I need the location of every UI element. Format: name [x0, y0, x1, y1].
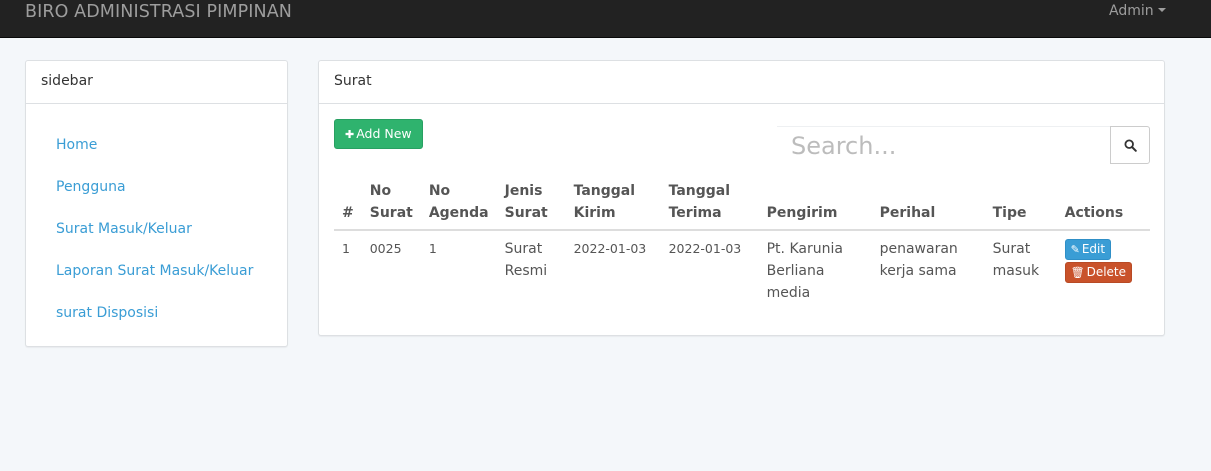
col-header-no-agenda: No Agenda: [420, 176, 497, 231]
search-input[interactable]: [777, 126, 1110, 164]
search-group: [777, 126, 1150, 164]
col-header-tipe: Tipe: [984, 176, 1057, 231]
search-button[interactable]: [1110, 126, 1150, 164]
surat-panel: Surat ✚Add New # No Surat No Agenda Jeni…: [318, 60, 1165, 336]
sidebar-item-disposisi: surat Disposisi: [26, 292, 287, 334]
cell-no-agenda: 1: [428, 241, 437, 256]
col-header-actions: Actions: [1056, 176, 1150, 231]
top-navbar: BIRO ADMINISTRASI PIMPINAN Admin: [0, 0, 1211, 38]
add-new-button[interactable]: ✚ Add New: [334, 119, 423, 149]
sidebar-panel: sidebar Home Pengguna Surat Masuk/Keluar…: [25, 60, 288, 347]
table-row: 1 0025 1 Surat Resmi 2022-01-03 2022-01-…: [334, 230, 1150, 309]
edit-icon: ✎: [1070, 243, 1080, 256]
caret-down-icon: [1157, 8, 1166, 12]
cell-pengirim: Pt. Karunia Berliana media: [766, 241, 843, 301]
sidebar-link-pengguna[interactable]: Pengguna: [56, 179, 126, 195]
sidebar-link-disposisi[interactable]: surat Disposisi: [56, 305, 158, 321]
cell-perihal: penawaran kerja sama: [879, 241, 958, 279]
delete-label: Delete: [1086, 265, 1127, 279]
page-title: Surat: [319, 61, 1164, 104]
col-header-tanggal-kirim: Tanggal Kirim: [565, 176, 661, 231]
plus-icon: ✚: [345, 128, 355, 141]
sidebar-item-home: Home: [26, 124, 287, 166]
sidebar-item-pengguna: Pengguna: [26, 166, 287, 208]
edit-label: Edit: [1081, 242, 1106, 256]
cell-no-surat: 0025: [369, 241, 402, 256]
sidebar-link-surat[interactable]: Surat Masuk/Keluar: [56, 221, 192, 237]
cell-tipe: Surat masuk: [992, 241, 1040, 279]
sidebar-heading: sidebar: [26, 61, 287, 104]
surat-table: # No Surat No Agenda Jenis Surat Tanggal…: [334, 176, 1150, 309]
cell-num: 1: [342, 241, 350, 256]
sidebar-link-home[interactable]: Home: [56, 137, 97, 153]
col-header-pengirim: Pengirim: [758, 176, 872, 231]
cell-jenis-surat: Surat Resmi: [504, 241, 548, 279]
trash-icon: 🗑: [1070, 266, 1085, 279]
delete-button[interactable]: 🗑 Delete: [1064, 262, 1133, 283]
col-header-perihal: Perihal: [871, 176, 985, 231]
search-icon: [1124, 139, 1137, 152]
col-header-num: #: [334, 176, 362, 231]
cell-tanggal-kirim: 2022-01-03: [573, 241, 647, 256]
admin-dropdown[interactable]: Admin: [1109, 3, 1166, 19]
admin-label: Admin: [1109, 3, 1154, 19]
brand-title[interactable]: BIRO ADMINISTRASI PIMPINAN: [25, 2, 292, 22]
col-header-jenis-surat: Jenis Surat: [496, 176, 566, 231]
col-header-tanggal-terima: Tanggal Terima: [660, 176, 759, 231]
sidebar-link-laporan[interactable]: Laporan Surat Masuk/Keluar: [56, 263, 253, 279]
sidebar-nav: Home Pengguna Surat Masuk/Keluar Laporan…: [26, 104, 287, 334]
col-header-no-surat: No Surat: [361, 176, 421, 231]
cell-actions: ✎ Edit 🗑 Delete: [1057, 230, 1150, 309]
table-header-row: # No Surat No Agenda Jenis Surat Tanggal…: [334, 176, 1150, 231]
cell-tanggal-terima: 2022-01-03: [668, 241, 742, 256]
add-new-label: Add New: [356, 126, 412, 141]
edit-button[interactable]: ✎ Edit: [1064, 239, 1112, 260]
sidebar-item-laporan: Laporan Surat Masuk/Keluar: [26, 250, 287, 292]
sidebar-item-surat: Surat Masuk/Keluar: [26, 208, 287, 250]
